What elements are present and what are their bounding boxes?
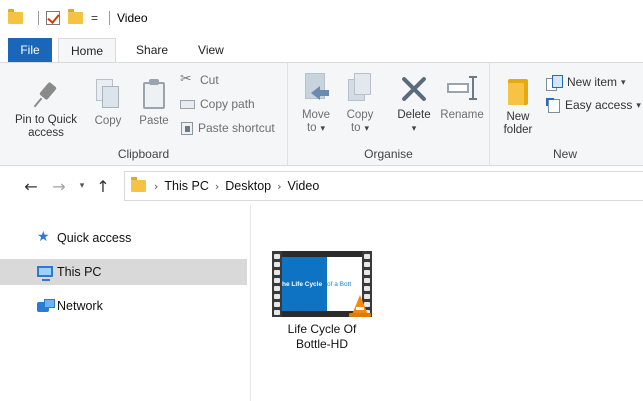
scissors-icon <box>180 71 195 87</box>
cut-button[interactable]: Cut <box>180 71 219 88</box>
move-to-button[interactable]: Move to ▾ <box>296 73 336 135</box>
address-bar[interactable]: › This PC › Desktop › Video <box>124 171 643 201</box>
chevron-down-icon: ▾ <box>636 99 641 110</box>
file-item[interactable]: he Life Cycle of a Bott Life Cycle Of Bo… <box>270 251 374 352</box>
easy-access-icon <box>546 98 560 113</box>
chevron-down-icon: ▾ <box>320 123 326 133</box>
recent-locations-chevron-icon[interactable]: ▾ <box>74 181 90 191</box>
back-arrow-icon[interactable]: ← <box>20 177 42 196</box>
forward-arrow-icon[interactable]: → <box>48 177 70 196</box>
customize-toolbar-dropdown[interactable]: = <box>91 12 98 24</box>
paste-icon <box>141 79 167 109</box>
new-group: New folder New item ▾ Easy access ▾ New <box>490 63 643 165</box>
title-separator <box>109 11 111 25</box>
organise-group-label: Organise <box>364 147 413 161</box>
rename-button[interactable]: Rename <box>438 73 486 122</box>
chevron-down-icon: ▾ <box>364 123 370 133</box>
ribbon-home: Pin to Quick access Copy Paste Cut Copy … <box>0 62 643 166</box>
copy-path-button[interactable]: Copy path <box>180 97 255 111</box>
copy-to-button[interactable]: Copy to ▾ <box>340 73 380 135</box>
rename-icon <box>445 73 479 103</box>
new-group-label: New <box>552 147 577 161</box>
network-icon <box>37 299 55 313</box>
easy-access-button[interactable]: Easy access ▾ <box>546 98 641 113</box>
window-title: Video <box>117 11 148 25</box>
folder-icon[interactable] <box>8 9 23 24</box>
title-bar: = Video <box>0 0 643 36</box>
thumbnail-title-left: he Life Cycle <box>282 257 327 311</box>
delete-button[interactable]: Delete ▾ <box>392 73 436 135</box>
nav-item-network[interactable]: Network <box>0 293 247 319</box>
new-item-icon <box>546 75 563 91</box>
file-list: he Life Cycle of a Bott Life Cycle Of Bo… <box>252 205 643 401</box>
tab-share[interactable]: Share <box>116 38 184 62</box>
nav-item-this-pc[interactable]: This PC <box>0 259 247 285</box>
breadcrumb-desktop[interactable]: Desktop <box>225 179 271 193</box>
new-folder-quick-icon[interactable] <box>68 9 83 24</box>
pin-to-quick-access-button[interactable]: Pin to Quick access <box>14 79 78 140</box>
new-folder-icon <box>506 75 530 107</box>
paste-shortcut-button[interactable]: Paste shortcut <box>181 121 275 135</box>
navigation-pane: ★ Quick access This PC Network <box>0 205 251 401</box>
properties-check-icon[interactable] <box>46 11 60 25</box>
new-item-button[interactable]: New item ▾ <box>546 75 626 91</box>
up-arrow-icon[interactable]: ↑ <box>92 177 114 196</box>
toolbar-separator <box>38 11 39 25</box>
copy-button[interactable]: Copy <box>88 79 128 128</box>
paste-button[interactable]: Paste <box>132 79 176 128</box>
star-icon: ★ <box>37 229 50 245</box>
chevron-right-icon[interactable]: › <box>277 180 281 193</box>
clipboard-group: Pin to Quick access Copy Paste Cut Copy … <box>0 63 288 165</box>
computer-icon <box>37 266 53 281</box>
nav-item-quick-access[interactable]: ★ Quick access <box>0 225 247 251</box>
navigation-bar: ← → ▾ ↑ › This PC › Desktop › Video <box>0 167 643 205</box>
move-to-icon <box>301 73 331 103</box>
chevron-right-icon[interactable]: › <box>154 180 158 193</box>
chevron-down-icon: ▾ <box>621 76 626 87</box>
tab-home[interactable]: Home <box>58 38 117 62</box>
chevron-right-icon[interactable]: › <box>215 180 219 193</box>
breadcrumb-video[interactable]: Video <box>288 179 320 193</box>
tab-file[interactable]: File <box>8 38 52 62</box>
ribbon-tabs: File Home Share View <box>0 38 643 62</box>
vlc-video-icon: he Life Cycle of a Bott <box>272 251 372 317</box>
copy-path-icon <box>180 99 195 109</box>
paste-shortcut-icon <box>181 121 193 135</box>
new-folder-button[interactable]: New folder <box>496 75 540 137</box>
pin-icon <box>31 79 61 109</box>
file-name: Life Cycle Of Bottle-HD <box>287 322 357 351</box>
organise-group: Move to ▾ Copy to ▾ Delete ▾ Rename Organi… <box>288 63 490 165</box>
copy-to-icon <box>345 73 375 103</box>
chevron-down-icon: ▾ <box>411 123 417 133</box>
delete-icon <box>399 73 429 103</box>
tab-view[interactable]: View <box>184 38 238 62</box>
copy-icon <box>96 79 120 109</box>
breadcrumb-this-pc[interactable]: This PC <box>164 179 208 193</box>
folder-icon <box>131 177 146 192</box>
clipboard-group-label: Clipboard <box>117 147 170 161</box>
